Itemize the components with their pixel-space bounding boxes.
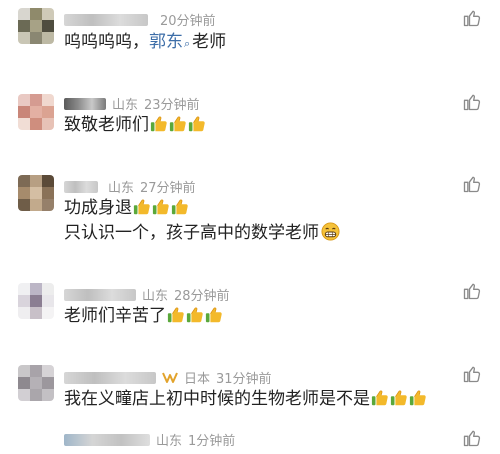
comment-location: 山东 [112, 98, 139, 113]
avatar[interactable] [18, 8, 54, 44]
username-blurred[interactable] [64, 13, 148, 26]
grinning-face-emoji-icon [321, 222, 340, 241]
comment-text: 我在义疃店上初中时候的生物老师是不是 [64, 387, 427, 411]
comment-time: 31分钟前 [216, 372, 272, 387]
thumbs-up-emoji-icon [186, 306, 204, 324]
thumbs-up-emoji-icon [371, 389, 389, 407]
comment-time: 28分钟前 [174, 289, 230, 304]
comment-text: 老师们辛苦了 [64, 304, 223, 328]
comment-meta: 山东 27分钟前 [64, 177, 196, 196]
comment-time: 27分钟前 [140, 181, 196, 196]
thumbs-up-emoji-icon [133, 198, 151, 216]
thumbs-up-emoji-icon [171, 198, 189, 216]
comment-meta: 日本 31分钟前 [64, 368, 272, 387]
thumbs-up-emoji-icon [167, 306, 185, 324]
avatar[interactable] [18, 175, 54, 211]
comment-meta: 山东 1分钟前 [64, 430, 235, 449]
like-icon[interactable] [462, 281, 482, 301]
vip-badge-icon [162, 372, 178, 383]
username-blurred[interactable] [64, 371, 156, 384]
thumbs-up-emoji-icon [409, 389, 427, 407]
comment-location: 山东 [142, 289, 169, 304]
username-blurred[interactable] [64, 97, 106, 110]
like-icon[interactable] [462, 174, 482, 194]
comment-text: 只认识一个，孩子高中的数学老师 [64, 221, 340, 245]
search-icon[interactable]: ⌕ [184, 37, 190, 50]
thumbs-up-emoji-icon [169, 115, 187, 133]
thumbs-up-emoji-icon [150, 115, 168, 133]
comment-time: 23分钟前 [144, 98, 200, 113]
username-blurred[interactable] [64, 288, 136, 301]
comment-meta: 20分钟前 [64, 10, 216, 29]
comment-text: 呜呜呜呜，郭东⌕ 老师 [64, 32, 227, 52]
like-icon[interactable] [462, 428, 482, 448]
comment-location: 山东 [108, 181, 135, 196]
avatar[interactable] [18, 94, 54, 130]
like-icon[interactable] [462, 8, 482, 28]
username-blurred[interactable] [64, 180, 98, 193]
like-icon[interactable] [462, 364, 482, 384]
comment-time: 1分钟前 [188, 434, 236, 449]
thumbs-up-emoji-icon [188, 115, 206, 133]
comment-meta: 山东 23分钟前 [64, 94, 200, 113]
comment-location: 日本 [184, 372, 211, 387]
avatar[interactable] [18, 283, 54, 319]
thumbs-up-emoji-icon [390, 389, 408, 407]
avatar[interactable] [18, 365, 54, 401]
mention-link[interactable]: 郭东 [149, 32, 183, 52]
username-blurred[interactable] [64, 433, 150, 446]
comment-text: 致敬老师们 [64, 113, 206, 137]
thumbs-up-emoji-icon [152, 198, 170, 216]
comment-text: 功成身退 [64, 196, 189, 220]
comment-time: 20分钟前 [160, 14, 216, 29]
comment-meta: 山东 28分钟前 [64, 285, 230, 304]
comment-location: 山东 [156, 434, 183, 449]
like-icon[interactable] [462, 92, 482, 112]
thumbs-up-emoji-icon [205, 306, 223, 324]
